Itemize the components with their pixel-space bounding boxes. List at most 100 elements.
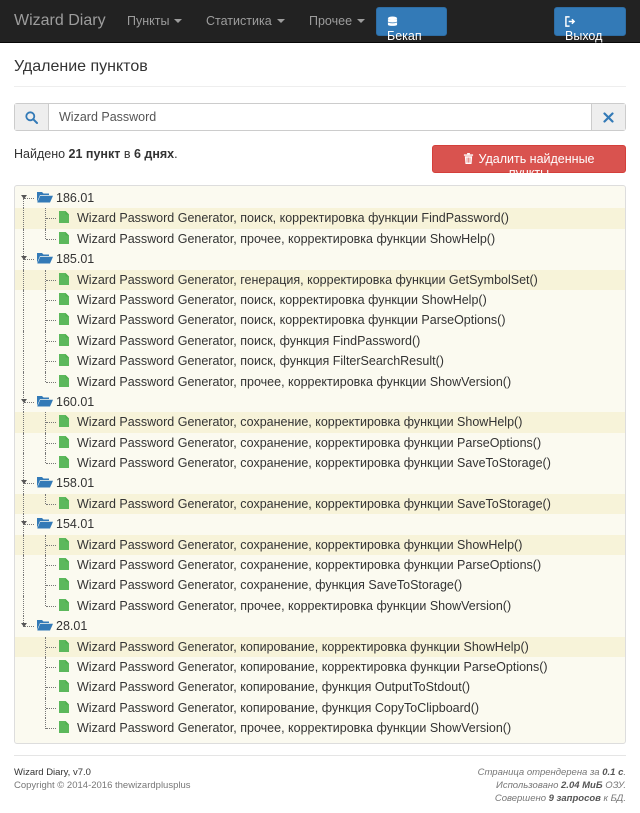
backup-button[interactable]: Бекап — [376, 7, 447, 43]
file-icon — [59, 333, 69, 346]
folder-open-icon — [37, 192, 53, 203]
file-icon — [59, 680, 69, 693]
collapse-toggle-icon[interactable] — [21, 480, 27, 485]
file-icon — [59, 558, 69, 571]
tree-point-item[interactable]: Wizard Password Generator, прочее, корре… — [15, 371, 625, 392]
tree-date-label: 160.01 — [56, 394, 95, 409]
tree-point-item[interactable]: Wizard Password Generator, сохранение, к… — [15, 534, 625, 556]
collapse-toggle-icon[interactable] — [21, 195, 27, 199]
nav-menu-other[interactable]: Прочее — [309, 14, 366, 28]
tree-point-item[interactable]: Wizard Password Generator, поиск, коррек… — [15, 289, 625, 311]
tree-connector — [45, 228, 46, 240]
tree-point-item[interactable]: Wizard Password Generator, копирование, … — [15, 697, 625, 719]
folder-open-icon — [37, 518, 53, 529]
copyright: Copyright © 2014-2016 thewizardplusplus — [14, 780, 191, 791]
collapse-toggle-icon[interactable] — [21, 256, 27, 261]
tree-point-item[interactable]: Wizard Password Generator, копирование, … — [15, 636, 625, 657]
tree-point-item[interactable]: Wizard Password Generator, сохранение, к… — [15, 493, 625, 515]
tree-connector — [46, 565, 56, 567]
file-icon — [59, 598, 69, 611]
tree-connector — [45, 595, 46, 607]
tree-point-item[interactable]: Wizard Password Generator, генерация, ко… — [15, 269, 625, 290]
tree-connector — [23, 575, 24, 596]
nav-menu-items-label: Пункты — [127, 14, 170, 28]
tree-date-node[interactable]: 185.01 — [15, 249, 625, 270]
collapse-toggle-icon[interactable] — [21, 521, 27, 526]
tree-point-item[interactable]: Wizard Password Generator, поиск, коррек… — [15, 208, 625, 229]
search-button[interactable] — [15, 104, 49, 130]
navbar: Wizard Diary Пункты Статистика Прочее Бе… — [0, 0, 640, 43]
tree-point-label: Wizard Password Generator, прочее, корре… — [77, 374, 512, 389]
tree-connector — [23, 198, 24, 209]
tree-connector — [23, 412, 24, 433]
tree-point-label: Wizard Password Generator, прочее, корре… — [77, 598, 512, 613]
database-icon — [387, 16, 398, 26]
delete-found-label: Удалить найденные пункты — [478, 152, 595, 180]
tree-date-label: 28.01 — [56, 619, 88, 634]
tree-date-node[interactable]: 160.01 — [15, 391, 625, 413]
tree-date-node[interactable]: 154.01 — [15, 514, 625, 535]
tree-date-label: 186.01 — [56, 191, 95, 205]
tree-connector — [23, 493, 24, 515]
tree-point-item[interactable]: Wizard Password Generator, сохранение, ф… — [15, 575, 625, 596]
tree-point-label: Wizard Password Generator, сохранение, ф… — [77, 578, 463, 593]
nav-menu-statistics[interactable]: Статистика — [206, 14, 285, 28]
folder-open-icon — [37, 395, 53, 407]
queries-line: Совершено 9 запросов к БД. — [478, 792, 626, 805]
tree-date-node[interactable]: 158.01 — [15, 473, 625, 494]
collapse-toggle-icon[interactable] — [21, 623, 27, 628]
tree-point-item[interactable]: Wizard Password Generator, прочее, корре… — [15, 595, 625, 617]
tree-connector — [45, 493, 46, 505]
file-icon — [59, 435, 69, 448]
tree-connector — [46, 320, 56, 322]
tree-connector — [23, 330, 24, 352]
file-icon — [59, 496, 69, 509]
tree-date-node[interactable]: 28.01 — [15, 616, 625, 636]
logout-button[interactable]: Выход — [554, 7, 626, 43]
tree-point-label: Wizard Password Generator, прочее, корре… — [77, 231, 496, 246]
tree-point-item[interactable]: Wizard Password Generator, копирование, … — [15, 656, 625, 678]
tree-connector — [23, 289, 24, 311]
tree-point-item[interactable]: Wizard Password Generator, сохранение, к… — [15, 432, 625, 454]
queries-suffix: к БД. — [600, 793, 626, 804]
tree-point-item[interactable]: Wizard Password Generator, сохранение, к… — [15, 412, 625, 433]
footer-stats: Страница отрендерена за 0.1 с. Использов… — [478, 766, 626, 805]
tree-point-item[interactable]: Wizard Password Generator, поиск, коррек… — [15, 310, 625, 331]
tree-point-item[interactable]: Wizard Password Generator, прочее, корре… — [15, 718, 625, 738]
file-icon — [59, 313, 69, 326]
tree-connector — [46, 299, 56, 301]
summary-middle: в — [120, 147, 134, 161]
tree-connector — [23, 269, 24, 290]
nav-menu-items[interactable]: Пункты — [127, 14, 183, 28]
logout-label: Выход — [565, 29, 603, 43]
collapse-toggle-icon[interactable] — [21, 398, 27, 403]
file-icon — [59, 578, 69, 591]
tree-connector — [23, 208, 24, 229]
folder-open-icon — [37, 253, 53, 264]
tree-connector — [23, 534, 24, 556]
tree-connector — [46, 605, 56, 607]
clear-search-button[interactable] — [591, 104, 625, 130]
tree-point-item[interactable]: Wizard Password Generator, копирование, … — [15, 677, 625, 698]
file-icon — [59, 231, 69, 244]
tree-point-label: Wizard Password Generator, копирование, … — [77, 639, 529, 654]
tree-point-label: Wizard Password Generator, поиск, функци… — [77, 333, 421, 348]
tree-connector — [46, 728, 56, 730]
brand-link[interactable]: Wizard Diary — [14, 12, 106, 30]
tree-connector — [46, 238, 56, 240]
file-icon — [59, 659, 69, 672]
tree-connector — [23, 228, 24, 250]
footer-left: Wizard Diary, v7.0 Copyright © 2014-2016… — [14, 766, 191, 792]
search-input[interactable] — [49, 104, 591, 130]
tree-date-node[interactable]: 186.01 — [15, 188, 625, 209]
queries-prefix: Совершено — [494, 793, 549, 804]
close-icon — [603, 111, 614, 123]
tree-point-item[interactable]: Wizard Password Generator, поиск, функци… — [15, 330, 625, 352]
tree-point-item[interactable]: Wizard Password Generator, поиск, функци… — [15, 351, 625, 372]
delete-found-button[interactable]: Удалить найденные пункты — [432, 145, 626, 180]
tree-point-item[interactable]: Wizard Password Generator, прочее, корре… — [15, 228, 625, 250]
tree-point-item[interactable]: Wizard Password Generator, сохранение, к… — [15, 453, 625, 474]
tree-point-item[interactable]: Wizard Password Generator, сохранение, к… — [15, 555, 625, 576]
memory-suffix: ОЗУ. — [602, 780, 626, 791]
tree-point-label: Wizard Password Generator, сохранение, к… — [77, 456, 551, 471]
